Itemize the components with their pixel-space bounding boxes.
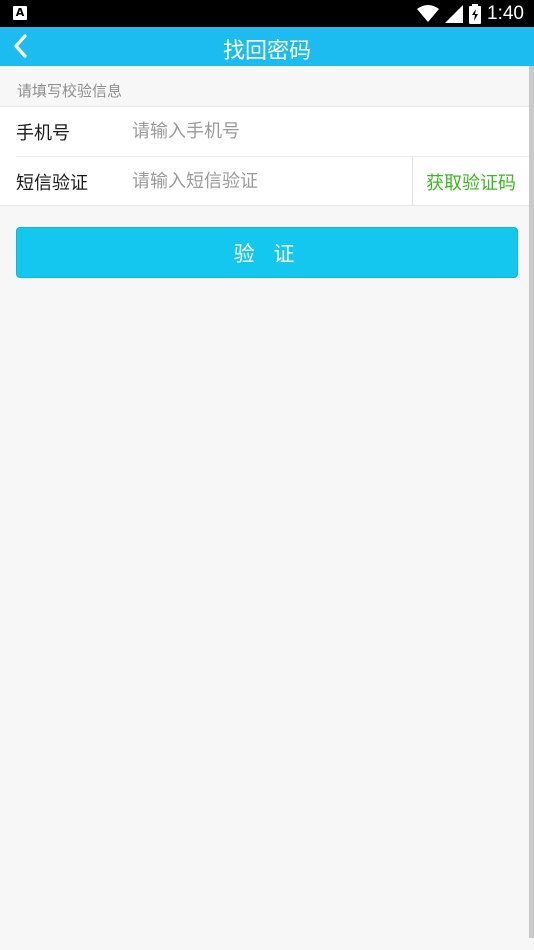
- verification-form: 手机号 短信验证 获取验证码: [0, 106, 529, 206]
- scrollbar[interactable]: [529, 66, 534, 938]
- app-notification-icon: A: [13, 6, 27, 20]
- phone-label: 手机号: [16, 123, 70, 144]
- signal-icon: [445, 4, 464, 23]
- phone-input[interactable]: [132, 115, 512, 147]
- sms-code-input[interactable]: [132, 165, 402, 197]
- sms-row: 短信验证 获取验证码: [0, 157, 529, 206]
- status-icons: 1:40: [417, 0, 524, 27]
- app-bar: 找回密码: [0, 27, 534, 66]
- wifi-icon: [417, 4, 440, 22]
- status-bar: A 1:40: [0, 0, 534, 27]
- get-code-button[interactable]: 获取验证码: [413, 157, 529, 206]
- form-hint: 请填写校验信息: [17, 82, 123, 100]
- status-time: 1:40: [487, 2, 524, 24]
- sms-label: 短信验证: [16, 173, 88, 194]
- verify-button[interactable]: 验 证: [16, 227, 518, 278]
- phone-row: 手机号: [0, 107, 529, 157]
- battery-icon: [469, 3, 482, 24]
- page-title: 找回密码: [222, 39, 311, 64]
